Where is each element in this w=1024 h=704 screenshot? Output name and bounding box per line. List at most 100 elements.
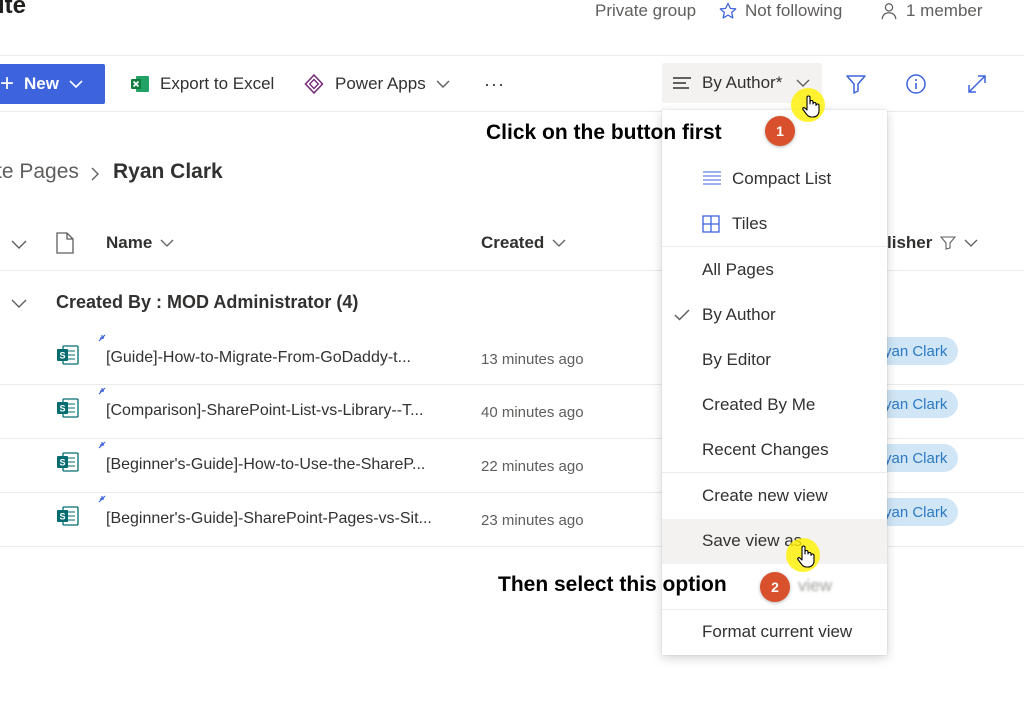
privacy-text: Private group [595,1,697,20]
hidden-item-label: view [798,576,833,595]
expand-icon [968,75,986,93]
header-divider [0,55,1024,56]
column-name-label: Name [106,233,153,252]
column-header-publisher[interactable]: lisher [887,233,978,253]
compact-list-icon [703,171,721,185]
chevron-down-icon [964,239,978,247]
menu-item-create-new-view[interactable]: Create new view [662,474,887,519]
row-1-created: 13 minutes ago [481,351,584,368]
created-by-me-label: Created By Me [702,395,816,414]
new-item-icon [98,495,106,503]
column-header-created[interactable]: Created [481,233,566,253]
power-apps-label: Power Apps [335,74,426,93]
filter-icon [940,236,957,250]
tiles-label: Tiles [732,214,768,233]
new-item-icon [98,334,106,342]
follow-text: Not following [745,1,843,20]
annotation-step-1: Click on the button first [486,121,722,144]
step-2-badge: 2 [760,572,790,602]
new-item-icon [98,387,106,395]
members-text: 1 member [906,1,983,20]
svg-text:S: S [59,512,65,522]
export-excel-button[interactable]: Export to Excel [130,70,274,98]
site-title: ite [0,0,27,19]
menu-divider [662,472,887,473]
row-3-created: 22 minutes ago [481,458,584,475]
members-button[interactable]: 1 member [880,1,983,21]
row-1-name[interactable]: [Guide]-How-to-Migrate-From-GoDaddy-t... [106,349,411,367]
lines-icon [673,77,691,89]
menu-item-save-view-as[interactable]: Save view as [662,519,887,564]
column-created-label: Created [481,233,545,252]
row-4-created: 23 minutes ago [481,512,584,529]
by-author-label: By Author [702,305,776,324]
step-1-badge: 1 [765,116,795,146]
all-pages-label: All Pages [702,260,774,279]
tiles-icon [702,215,720,233]
menu-divider [662,246,887,247]
privacy-label: Private group [595,1,696,21]
new-item-icon [98,441,106,449]
create-new-view-label: Create new view [702,486,828,505]
recent-changes-label: Recent Changes [702,440,829,459]
group-header: Created By : MOD Administrator (4) [56,292,359,312]
plus-icon: + [0,70,15,97]
excel-icon [131,76,149,92]
menu-item-all-pages[interactable]: All Pages [662,248,887,293]
filter-button[interactable] [842,70,870,98]
row-2-name[interactable]: [Comparison]-SharePoint-List-vs-Library-… [106,402,423,420]
menu-item-tiles[interactable]: Tiles [662,202,887,247]
file-type-icon[interactable] [56,232,74,254]
row-4-name[interactable]: [Beginner's-Guide]-SharePoint-Pages-vs-S… [106,510,432,528]
power-apps-button[interactable]: Power Apps [303,70,450,98]
collapse-all-icon[interactable] [11,238,27,250]
breadcrumb-parent[interactable]: te Pages [0,160,79,184]
breadcrumb-chevron-icon [91,167,99,181]
info-button[interactable] [902,70,930,98]
checkmark-icon [674,309,690,321]
chevron-down-icon [796,79,810,87]
sharepoint-page-icon: S [57,398,79,418]
compact-list-label: Compact List [732,169,832,188]
menu-item-by-author[interactable]: By Author [662,293,887,338]
chevron-down-icon [436,80,450,88]
svg-text:S: S [59,458,65,468]
group-collapse-icon[interactable] [11,297,27,309]
export-excel-label: Export to Excel [160,74,275,93]
hand-cursor-icon [797,545,815,568]
svg-text:S: S [59,404,65,414]
menu-item-created-by-me[interactable]: Created By Me [662,383,887,428]
more-button[interactable]: ··· [484,70,505,98]
sharepoint-page-icon: S [57,452,79,472]
follow-button[interactable]: Not following [719,1,842,21]
info-icon [906,74,926,94]
row-2-created: 40 minutes ago [481,404,584,421]
annotation-step-2: Then select this option [498,573,727,596]
svg-text:S: S [59,351,65,361]
chevron-down-icon [552,239,566,247]
new-button[interactable]: + New [0,64,105,104]
menu-item-compact-list[interactable]: Compact List [662,157,887,202]
hand-cursor-icon [802,95,820,118]
filter-icon [846,75,866,94]
star-icon [719,2,737,19]
view-switcher-label: By Author* [702,73,783,92]
person-icon [881,3,897,20]
row-3-name[interactable]: [Beginner's-Guide]-How-to-Use-the-ShareP… [106,456,425,474]
menu-item-format-current-view[interactable]: Format current view [662,610,887,655]
menu-item-recent-changes[interactable]: Recent Changes [662,428,887,473]
breadcrumb-current: Ryan Clark [113,160,223,183]
format-current-view-label: Format current view [702,622,853,641]
new-button-label: New [24,74,59,93]
more-icon: ··· [484,73,505,94]
power-apps-icon [304,73,324,95]
sharepoint-page-icon: S [57,506,79,526]
menu-item-by-editor[interactable]: By Editor [662,338,887,383]
chevron-down-icon [69,80,83,89]
by-editor-label: By Editor [702,350,771,369]
sharepoint-page-icon: S [57,345,79,365]
column-publisher-label: lisher [887,233,933,252]
chevron-down-icon [160,239,174,247]
column-header-name[interactable]: Name [106,233,174,253]
expand-button[interactable] [963,70,991,98]
